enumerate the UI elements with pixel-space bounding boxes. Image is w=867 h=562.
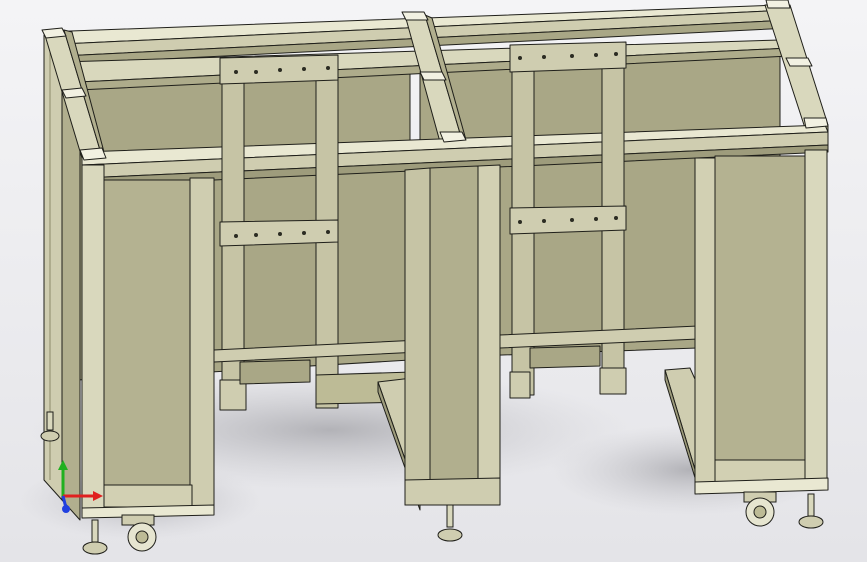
front-left-panel [81,164,215,519]
caster-front-right [743,491,777,527]
cad-viewport[interactable] [0,0,867,562]
z-axis-arrow [62,505,70,513]
frame-assembly[interactable] [41,0,829,521]
model-canvas[interactable] [0,0,867,562]
front-right-panel [694,149,829,495]
